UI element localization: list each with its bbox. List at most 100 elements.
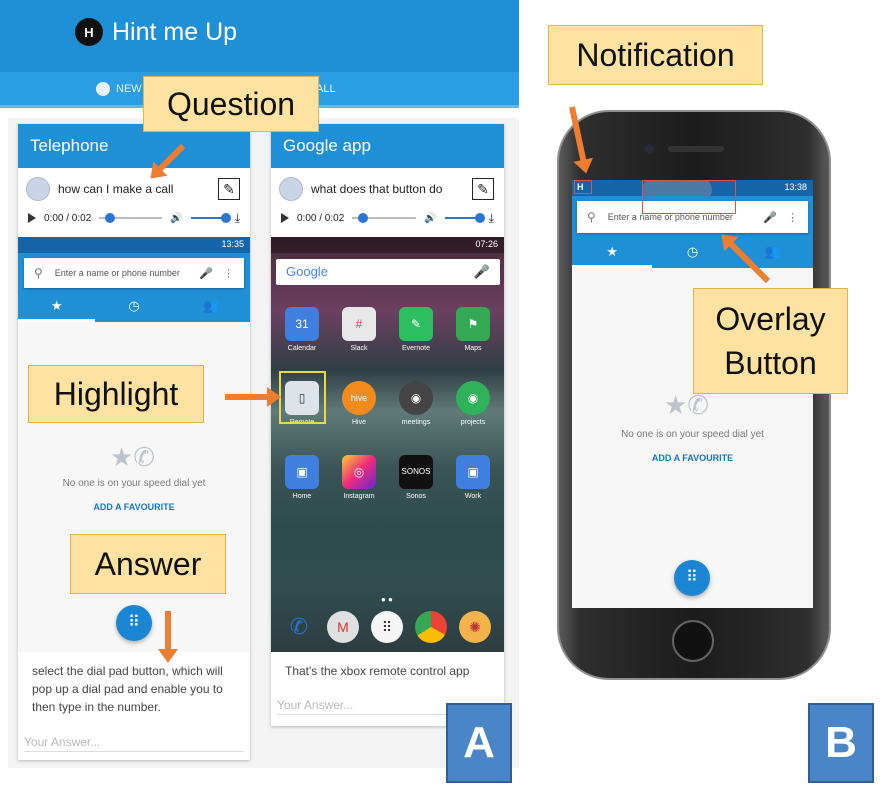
app-title: Hint me Up bbox=[112, 18, 238, 46]
phone-speaker bbox=[668, 146, 724, 152]
dialpad-button[interactable]: ⠿ bbox=[116, 605, 152, 641]
edit-icon[interactable]: ✎ bbox=[472, 178, 494, 200]
app-instagram[interactable]: ◎ Instagram bbox=[332, 455, 386, 500]
audio-player: 0:00 / 0:02 🔊 ⤓ bbox=[281, 208, 494, 228]
dialpad-button[interactable]: ⠿ bbox=[674, 560, 710, 596]
app-home[interactable]: ▣ Home bbox=[275, 455, 329, 500]
slack-icon: # bbox=[342, 307, 376, 341]
callout-overlay-button: Overlay Button bbox=[693, 288, 848, 394]
app-sonos[interactable]: SONOS Sonos bbox=[389, 455, 443, 500]
mic-icon[interactable]: 🎤 bbox=[474, 264, 490, 280]
edit-icon[interactable]: ✎ bbox=[218, 178, 240, 200]
phone-home-button[interactable] bbox=[672, 620, 714, 662]
app-evernote[interactable]: ✎ Evernote bbox=[389, 307, 443, 352]
volume-slider[interactable] bbox=[444, 213, 485, 223]
callout-notification: Notification bbox=[548, 25, 763, 85]
question-text: what does that button do bbox=[311, 182, 443, 196]
app-maps[interactable]: ⚑ Maps bbox=[446, 307, 500, 352]
app-meetings[interactable]: ◉ meetings bbox=[389, 381, 443, 426]
volume-icon[interactable]: 🔊 bbox=[424, 213, 436, 224]
maps-icon: ⚑ bbox=[456, 307, 490, 341]
app-label: meetings bbox=[401, 419, 431, 426]
audio-progress-slider[interactable] bbox=[99, 213, 163, 223]
mic-icon[interactable]: 🎤 bbox=[763, 211, 777, 224]
app-label: Sonos bbox=[406, 493, 426, 500]
tab-recents-icon[interactable]: ◷ bbox=[95, 292, 172, 322]
tab-contacts-icon[interactable]: 👥 bbox=[173, 292, 250, 322]
add-favourite-link[interactable]: ADD A FAVOURITE bbox=[572, 453, 813, 463]
search-icon: ⚲ bbox=[587, 210, 596, 224]
gmail-icon[interactable]: M bbox=[327, 611, 359, 643]
more-icon[interactable]: ⋮ bbox=[787, 211, 798, 224]
play-icon[interactable] bbox=[281, 213, 289, 223]
empty-speed-dial-text: No one is on your speed dial yet bbox=[621, 429, 764, 440]
google-logo: Google bbox=[286, 264, 328, 279]
volume-slider[interactable] bbox=[190, 213, 231, 223]
mic-icon[interactable]: 🎤 bbox=[199, 267, 213, 280]
android-home-screen: 07:26 Google 🎤 31 Calendar # Slack ✎ Everno… bbox=[271, 237, 504, 652]
panel-label-b: B bbox=[808, 703, 874, 783]
highlight-box bbox=[279, 371, 326, 424]
status-time: 07:26 bbox=[475, 239, 498, 249]
app-logo-icon: H bbox=[75, 18, 103, 46]
answer-text: That's the xbox remote control app bbox=[285, 664, 470, 678]
hint-card-telephone: Telephone how can I make a call ✎ 0:00 /… bbox=[18, 124, 250, 760]
app-label: Slack bbox=[350, 345, 368, 352]
app-label: projects bbox=[460, 419, 486, 426]
phone-screen: H 13:38 ⚲ Enter a name or phone number 🎤… bbox=[572, 180, 813, 608]
tab-new-label: NEW bbox=[116, 83, 142, 95]
app-label: Evernote bbox=[401, 345, 431, 352]
camera-icon: ◉ bbox=[399, 381, 433, 415]
app-slack[interactable]: # Slack bbox=[332, 307, 386, 352]
search-placeholder: Enter a name or phone number bbox=[54, 268, 180, 278]
audio-progress-slider[interactable] bbox=[352, 213, 417, 223]
speed-dial-phone-icon: ★✆ bbox=[110, 442, 156, 472]
camera-app-icon[interactable]: ✺ bbox=[459, 611, 491, 643]
camera-icon: ◉ bbox=[456, 381, 490, 415]
callout-answer: Answer bbox=[70, 534, 226, 594]
app-label: Maps bbox=[464, 345, 482, 352]
panel-label-a: A bbox=[446, 703, 512, 783]
dialer-search[interactable]: ⚲ Enter a name or phone number 🎤 ⋮ bbox=[24, 258, 244, 288]
app-header: H Hint me Up bbox=[0, 0, 519, 72]
app-projects[interactable]: ◉ projects bbox=[446, 381, 500, 426]
volume-icon[interactable]: 🔊 bbox=[170, 213, 182, 224]
tab-favourites-icon[interactable]: ★ bbox=[572, 238, 653, 268]
audio-time: 0:00 / 0:02 bbox=[44, 212, 92, 224]
app-drawer-icon[interactable]: ⠿ bbox=[371, 611, 403, 643]
app-label: Hive bbox=[351, 419, 366, 426]
answer-input[interactable]: Your Answer... bbox=[24, 735, 244, 752]
search-icon: ⚲ bbox=[34, 266, 43, 280]
app-label: Work bbox=[464, 493, 482, 500]
app-calendar[interactable]: 31 Calendar bbox=[275, 307, 329, 352]
question-row: what does that button do bbox=[279, 175, 442, 203]
app-work[interactable]: ▣ Work bbox=[446, 455, 500, 500]
callout-question: Question bbox=[143, 76, 319, 132]
phone-camera bbox=[645, 144, 654, 153]
play-icon[interactable] bbox=[28, 213, 36, 223]
download-icon[interactable]: ⤓ bbox=[489, 211, 494, 226]
dialer-tabs: ★ ◷ 👥 bbox=[572, 238, 813, 268]
callout-highlight: Highlight bbox=[28, 365, 204, 423]
tab-new[interactable]: NEW bbox=[96, 82, 142, 96]
arrow-answer bbox=[165, 611, 171, 651]
chrome-icon[interactable] bbox=[415, 611, 447, 643]
arrow-highlight bbox=[225, 387, 281, 407]
app-label: Calendar bbox=[287, 345, 317, 352]
add-favourite-link[interactable]: ADD A FAVOURITE bbox=[18, 502, 250, 512]
more-icon[interactable]: ⋮ bbox=[223, 267, 234, 280]
audio-time: 0:00 / 0:02 bbox=[297, 212, 345, 224]
status-time: 13:38 bbox=[784, 182, 807, 192]
evernote-icon: ✎ bbox=[399, 307, 433, 341]
status-bar: 07:26 bbox=[271, 237, 504, 253]
tab-favourites-icon[interactable]: ★ bbox=[18, 292, 96, 322]
phone-icon[interactable]: ✆ bbox=[283, 611, 315, 643]
app-hive[interactable]: hive Hive bbox=[332, 381, 386, 426]
overlay-highlight-box bbox=[642, 180, 736, 214]
work-icon: ▣ bbox=[456, 455, 490, 489]
download-icon[interactable]: ⤓ bbox=[235, 211, 240, 226]
google-search-bar[interactable]: Google 🎤 bbox=[276, 259, 500, 285]
avatar bbox=[279, 177, 303, 201]
info-icon bbox=[96, 82, 110, 96]
hive-icon: hive bbox=[342, 381, 376, 415]
